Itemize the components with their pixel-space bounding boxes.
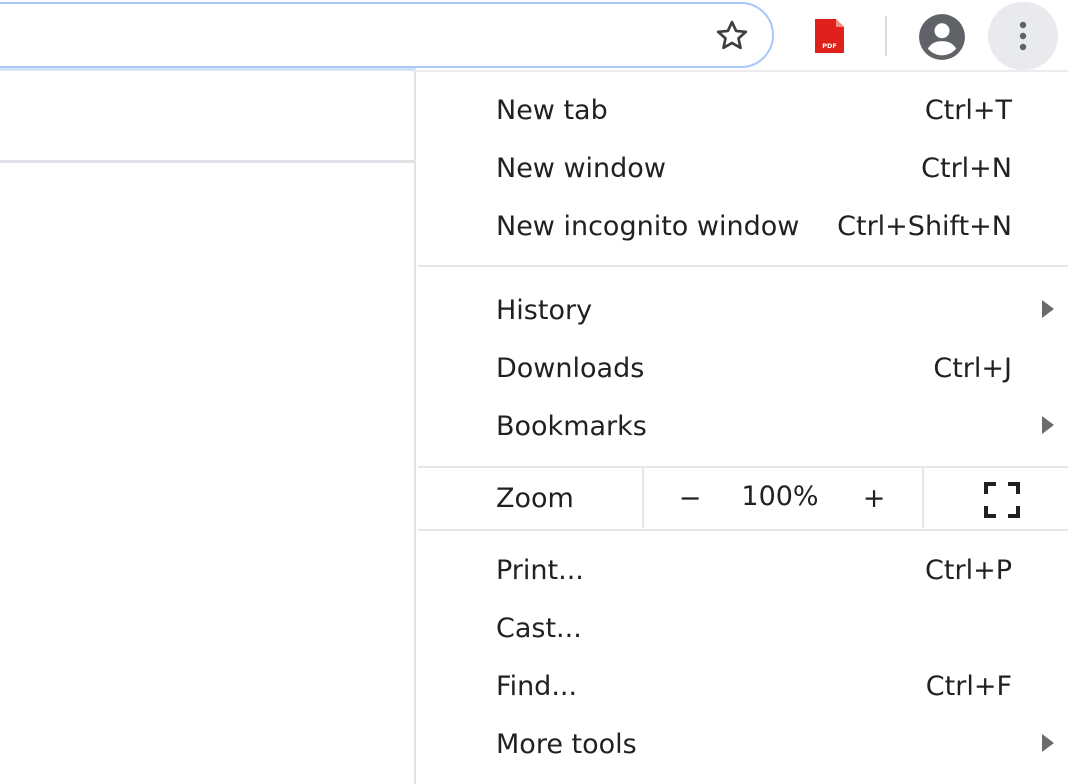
menu-item-new-incognito-window[interactable]: New incognito window Ctrl+Shift+N xyxy=(416,198,1068,254)
bookmark-star-button[interactable] xyxy=(710,14,754,58)
pdf-icon: PDF xyxy=(815,19,844,53)
profile-button[interactable] xyxy=(916,12,968,62)
zoom-divider xyxy=(922,468,924,528)
menu-item-label: Downloads xyxy=(496,353,645,384)
menu-item-shortcut: Ctrl+N xyxy=(921,153,1012,184)
toolbar-separator xyxy=(885,16,887,56)
chrome-app-menu: New tab Ctrl+T New window Ctrl+N New inc… xyxy=(414,70,1068,784)
submenu-arrow-icon xyxy=(1042,300,1054,318)
menu-item-label: Cast... xyxy=(496,613,582,644)
menu-item-label: New incognito window xyxy=(496,211,800,242)
menu-item-cast[interactable]: Cast... xyxy=(416,600,1068,656)
menu-item-label: New window xyxy=(496,153,666,184)
address-bar[interactable] xyxy=(0,2,774,68)
fullscreen-button[interactable] xyxy=(972,476,1032,524)
pdf-extension-button[interactable]: PDF xyxy=(806,14,852,58)
address-bar-underline xyxy=(0,68,416,71)
zoom-out-button[interactable]: − xyxy=(660,472,720,526)
menu-item-new-tab[interactable]: New tab Ctrl+T xyxy=(416,82,1068,138)
zoom-row: Zoom − 100% + xyxy=(416,468,1068,530)
three-dots-vertical-icon xyxy=(1019,21,1027,51)
menu-item-print[interactable]: Print... Ctrl+P xyxy=(416,542,1068,598)
menu-item-label: Print... xyxy=(496,555,584,586)
menu-item-shortcut: Ctrl+Shift+N xyxy=(837,211,1012,242)
page-divider xyxy=(0,160,414,163)
page-content xyxy=(0,72,414,784)
menu-item-label: History xyxy=(496,295,593,326)
star-outline-icon xyxy=(716,20,748,50)
menu-item-label: New tab xyxy=(496,95,608,126)
fullscreen-icon xyxy=(984,482,1020,518)
browser-window: PDF New tab Ctrl+T New window Ctrl+N New… xyxy=(0,0,1068,784)
zoom-level-value: 100% xyxy=(741,481,819,512)
menu-separator xyxy=(418,265,1068,267)
menu-item-shortcut: Ctrl+T xyxy=(924,95,1012,126)
menu-item-label: More tools xyxy=(496,729,637,760)
menu-item-new-window[interactable]: New window Ctrl+N xyxy=(416,140,1068,196)
zoom-in-button[interactable]: + xyxy=(844,472,904,526)
menu-item-history[interactable]: History xyxy=(416,282,1068,338)
chrome-menu-button[interactable] xyxy=(988,2,1058,70)
menu-item-label: Find... xyxy=(496,671,578,702)
menu-separator xyxy=(418,529,1068,531)
menu-item-downloads[interactable]: Downloads Ctrl+J xyxy=(416,340,1068,396)
menu-item-shortcut: Ctrl+J xyxy=(933,353,1012,384)
submenu-arrow-icon xyxy=(1042,734,1054,752)
menu-item-more-tools[interactable]: More tools xyxy=(416,716,1068,772)
browser-toolbar: PDF xyxy=(0,0,1068,71)
zoom-label: Zoom xyxy=(496,483,574,514)
menu-item-shortcut: Ctrl+F xyxy=(925,671,1012,702)
pdf-badge-text: PDF xyxy=(822,42,837,50)
zoom-divider xyxy=(642,468,644,528)
menu-item-label: Bookmarks xyxy=(496,411,647,442)
submenu-arrow-icon xyxy=(1042,416,1054,434)
menu-item-find[interactable]: Find... Ctrl+F xyxy=(416,658,1068,714)
menu-item-shortcut: Ctrl+P xyxy=(925,555,1012,586)
account-circle-icon xyxy=(919,14,965,60)
menu-item-bookmarks[interactable]: Bookmarks xyxy=(416,398,1068,454)
